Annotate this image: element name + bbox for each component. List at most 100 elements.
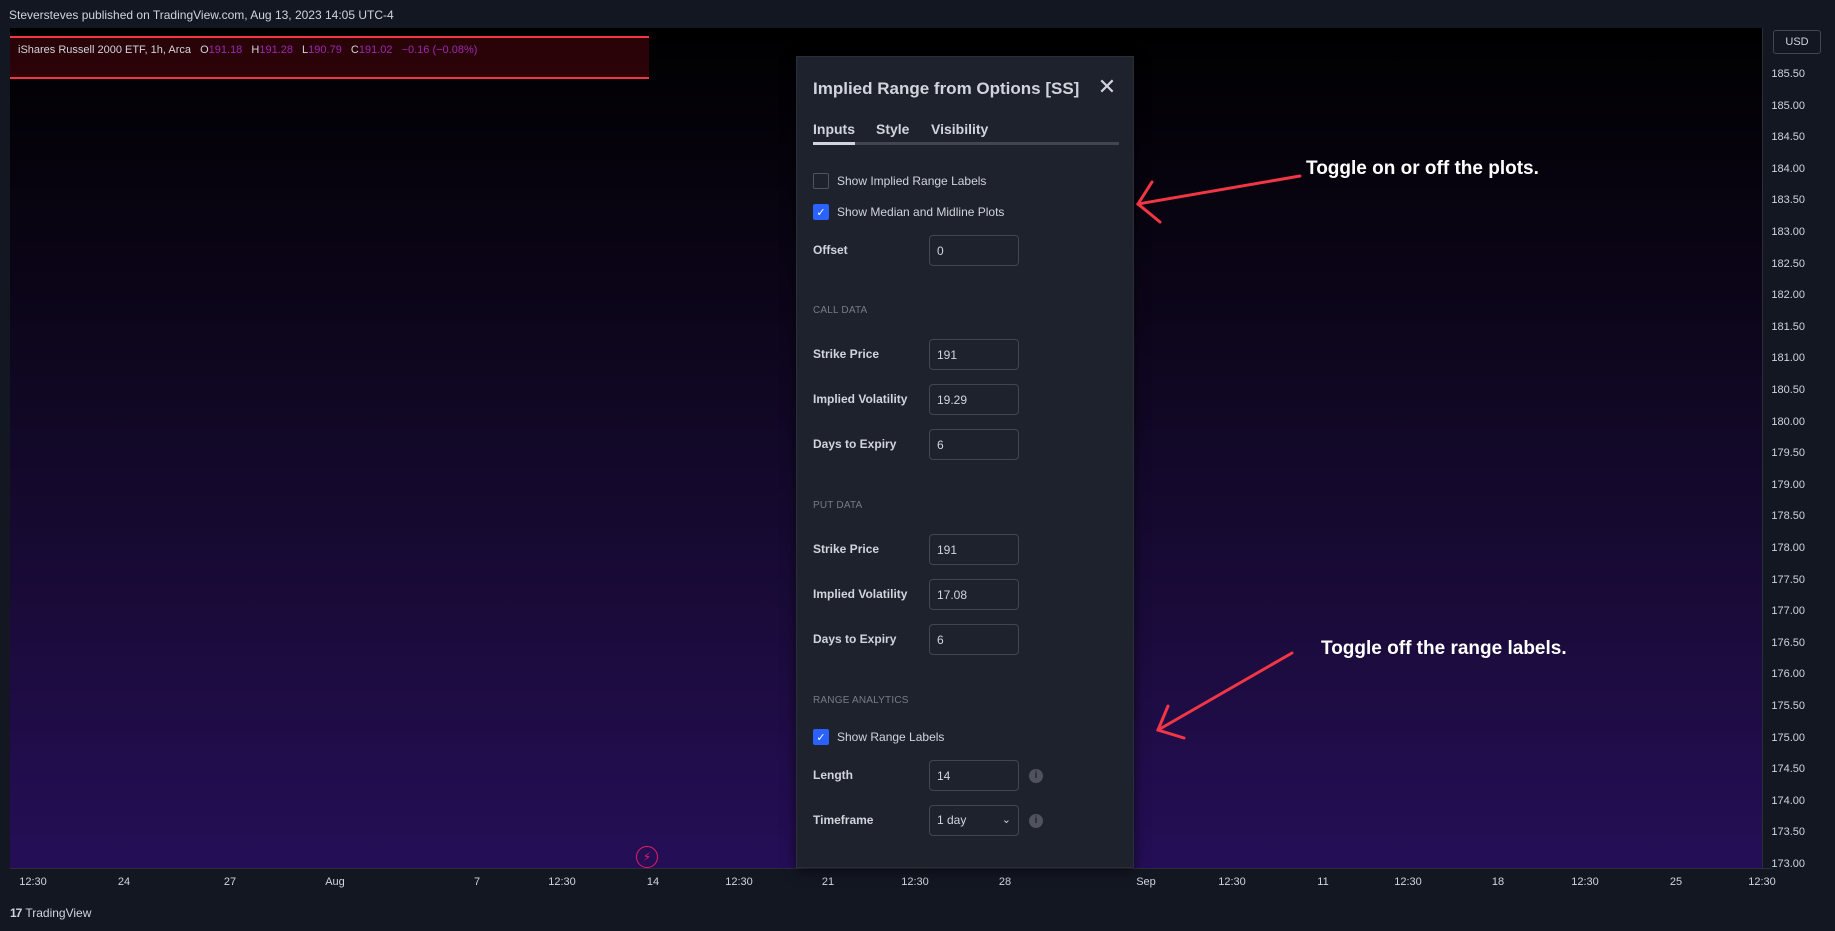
published-info: Steversteves published on TradingView.co… (9, 8, 394, 22)
time-tick: 12:30 (1394, 876, 1422, 888)
show-median-midline-checkbox[interactable]: ✓ (813, 204, 829, 220)
time-axis[interactable]: 12:30 24 27 Aug 7 12:30 14 12:30 21 12:30 28 Sep 12:… (10, 868, 1776, 896)
price-tick: 175.00 (1771, 731, 1805, 744)
dialog-title: Implied Range from Options [SS] (813, 79, 1080, 98)
range-analytics-section: RANGE ANALYTICS (813, 695, 909, 706)
time-tick: Aug (325, 876, 345, 888)
offset-input[interactable] (929, 235, 1019, 266)
tab-inputs[interactable]: Inputs (813, 121, 855, 137)
put-iv-label: Implied Volatility (813, 587, 908, 601)
time-tick: 12:30 (1571, 876, 1599, 888)
price-tick: 180.00 (1771, 415, 1805, 428)
length-info-icon[interactable]: i (1029, 769, 1043, 783)
price-tick: 176.50 (1771, 636, 1805, 649)
time-tick: 7 (473, 876, 481, 888)
show-median-midline-row[interactable]: ✓ Show Median and Midline Plots (813, 204, 1004, 220)
time-tick: 12:30 (1218, 876, 1246, 888)
length-label: Length (813, 768, 853, 782)
chevron-down-icon: ⌄ (1001, 814, 1011, 826)
price-tick: 174.50 (1771, 763, 1805, 776)
timeframe-label: Timeframe (813, 813, 874, 827)
price-tick: 173.50 (1771, 826, 1805, 839)
currency-button[interactable]: USD (1773, 30, 1821, 54)
close-icon[interactable]: ✕ (1097, 76, 1117, 98)
timeframe-info-icon[interactable]: i (1029, 814, 1043, 828)
price-tick: 184.50 (1771, 131, 1805, 144)
show-range-labels-label: Show Range Labels (837, 730, 945, 744)
price-tick: 179.50 (1771, 447, 1805, 460)
tab-visibility[interactable]: Visibility (931, 121, 988, 137)
annotation-labels: Toggle off the range labels. (1321, 638, 1567, 659)
show-range-labels-checkbox[interactable]: ✓ (813, 729, 829, 745)
put-iv-input[interactable] (929, 579, 1019, 610)
put-data-section: PUT DATA (813, 500, 863, 511)
price-tick: 178.00 (1771, 542, 1805, 554)
time-tick: 18 (1491, 876, 1505, 888)
time-tick: Sep (1136, 876, 1156, 888)
price-tick: 182.50 (1771, 257, 1805, 270)
call-strike-label: Strike Price (813, 347, 880, 361)
show-implied-range-labels-label: Show Implied Range Labels (837, 174, 987, 188)
time-tick: 12:30 (19, 876, 47, 888)
brand-name: TradingView (25, 906, 92, 920)
time-tick: 12:30 (548, 876, 576, 888)
call-iv-input[interactable] (929, 384, 1019, 415)
price-axis[interactable]: 185.50 185.00 184.50 184.00 183.50 183.00 182.… (1762, 28, 1825, 870)
call-dte-input[interactable] (929, 429, 1019, 460)
time-tick: 28 (998, 876, 1012, 888)
dialog-tabs: Inputs Style Visibility (813, 121, 1119, 145)
price-tick: 184.00 (1771, 162, 1805, 175)
price-tick: 182.00 (1771, 289, 1805, 302)
tab-style[interactable]: Style (876, 121, 909, 137)
time-tick: 21 (821, 876, 835, 888)
time-tick: 12:30 (901, 876, 929, 888)
show-implied-range-labels-checkbox[interactable] (813, 173, 829, 189)
legend-o-label: O (200, 44, 209, 56)
legend-c-value: 191.02 (358, 44, 393, 56)
time-tick: 11 (1317, 876, 1329, 888)
price-tick: 177.00 (1771, 605, 1805, 618)
show-median-midline-label: Show Median and Midline Plots (837, 205, 1005, 219)
time-tick: 25 (1669, 876, 1683, 888)
price-tick: 174.00 (1771, 794, 1805, 807)
active-tab-indicator (813, 142, 855, 145)
top-bar: Steversteves published on TradingView.co… (0, 0, 1835, 28)
footer: 17 TradingView (0, 896, 1835, 931)
time-tick: 14 (646, 876, 660, 888)
price-tick: 173.00 (1771, 858, 1805, 870)
checkmark-icon: ✓ (816, 731, 826, 744)
symbol-legend-box: iShares Russell 2000 ETF, 1h, Arca O191.… (10, 36, 649, 79)
price-tick: 183.00 (1771, 226, 1805, 238)
checkmark-icon: ✓ (816, 206, 826, 219)
price-tick: 181.50 (1771, 320, 1805, 333)
price-tick: 183.50 (1771, 194, 1805, 207)
call-data-section: CALL DATA (813, 305, 868, 316)
show-range-labels-row[interactable]: ✓ Show Range Labels (813, 729, 944, 745)
time-tick: 12:30 (725, 876, 753, 888)
call-iv-label: Implied Volatility (813, 392, 908, 406)
price-tick: 185.50 (1771, 68, 1805, 80)
lightning-alert-icon[interactable]: ⚡ (636, 846, 658, 868)
price-tick: 180.50 (1771, 384, 1805, 396)
legend-symbol: iShares Russell 2000 ETF, 1h, Arca (18, 44, 192, 56)
price-tick: 179.00 (1771, 478, 1805, 491)
length-input[interactable] (929, 760, 1019, 791)
tradingview-logo[interactable]: 17 TradingView (10, 906, 91, 920)
legend-c-label: C (350, 44, 359, 56)
price-tick: 178.50 (1771, 510, 1805, 523)
timeframe-select[interactable]: 1 day ⌄ (929, 805, 1019, 836)
timeframe-value: 1 day (937, 813, 967, 827)
put-dte-label: Days to Expiry (813, 632, 897, 646)
annotation-plots: Toggle on or off the plots. (1306, 158, 1539, 179)
price-tick: 175.50 (1771, 700, 1805, 712)
offset-label: Offset (813, 243, 848, 257)
show-implied-range-labels-row[interactable]: Show Implied Range Labels (813, 173, 986, 189)
legend-o-value: 191.18 (208, 44, 243, 56)
legend-change: −0.16 (−0.08%) (401, 44, 478, 56)
symbol-legend: iShares Russell 2000 ETF, 1h, Arca O191.… (18, 44, 483, 56)
price-tick: 185.00 (1771, 99, 1805, 112)
put-dte-input[interactable] (929, 624, 1019, 655)
put-strike-input[interactable] (929, 534, 1019, 565)
price-tick: 181.00 (1771, 352, 1805, 365)
call-strike-input[interactable] (929, 339, 1019, 370)
